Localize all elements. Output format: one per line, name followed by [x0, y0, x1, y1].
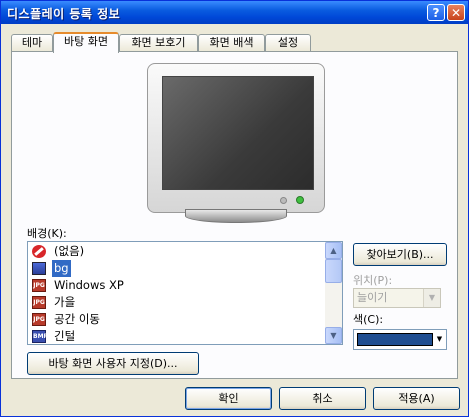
scroll-down-icon[interactable]: ▼ [325, 327, 342, 344]
monitor-preview [147, 63, 325, 223]
monitor-button-icon [280, 197, 287, 204]
chevron-down-icon: ▼ [423, 289, 440, 307]
tab-appearance[interactable]: 화면 배색 [198, 34, 265, 51]
color-picker[interactable]: ▼ [353, 329, 447, 350]
bitmap-icon [32, 262, 46, 275]
apply-button[interactable]: 적용(A) [373, 387, 460, 410]
display-properties-window: 디스플레이 등록 정보 ? ✕ 테마 바탕 화면 화면 보호기 화면 배색 설정… [0, 0, 469, 417]
none-icon [32, 245, 46, 258]
browse-button[interactable]: 찾아보기(B)... [353, 243, 447, 266]
color-label: 색(C): [353, 313, 384, 326]
jpg-icon: JPG [32, 296, 46, 309]
help-button[interactable]: ? [427, 4, 445, 21]
position-label: 위치(P): [353, 274, 393, 287]
tab-desktop[interactable]: 바탕 화면 [53, 32, 119, 53]
position-value: 늘이기 [357, 291, 388, 304]
title-bar[interactable]: 디스플레이 등록 정보 ? ✕ [1, 1, 468, 24]
list-scrollbar[interactable]: ▲ ▼ [325, 242, 342, 344]
bmp-icon: BMP [32, 330, 48, 343]
background-label: 배경(K): [27, 227, 67, 240]
position-select: 늘이기 ▼ [353, 288, 441, 308]
monitor-stand [185, 209, 287, 223]
tab-theme[interactable]: 테마 [11, 34, 53, 51]
tab-screensaver[interactable]: 화면 보호기 [119, 34, 198, 51]
ok-button[interactable]: 확인 [185, 387, 272, 410]
monitor-body [147, 63, 325, 213]
jpg-icon: JPG [32, 279, 46, 292]
power-led-icon [296, 196, 304, 204]
color-swatch [357, 333, 433, 346]
close-button[interactable]: ✕ [447, 4, 465, 21]
jpg-icon: JPG [32, 313, 46, 326]
background-list[interactable]: (없음) bg JPG Windows XP JPG 가을 JPG 공간 이동 … [27, 241, 343, 345]
monitor-screen [162, 76, 314, 190]
customize-desktop-button[interactable]: 바탕 화면 사용자 지정(D)... [27, 352, 199, 375]
cancel-button[interactable]: 취소 [279, 387, 366, 410]
scroll-up-icon[interactable]: ▲ [325, 242, 342, 259]
window-title: 디스플레이 등록 정보 [7, 7, 121, 21]
scroll-thumb[interactable] [325, 259, 342, 283]
tab-settings[interactable]: 설정 [265, 34, 311, 51]
chevron-down-icon[interactable]: ▼ [434, 331, 445, 348]
